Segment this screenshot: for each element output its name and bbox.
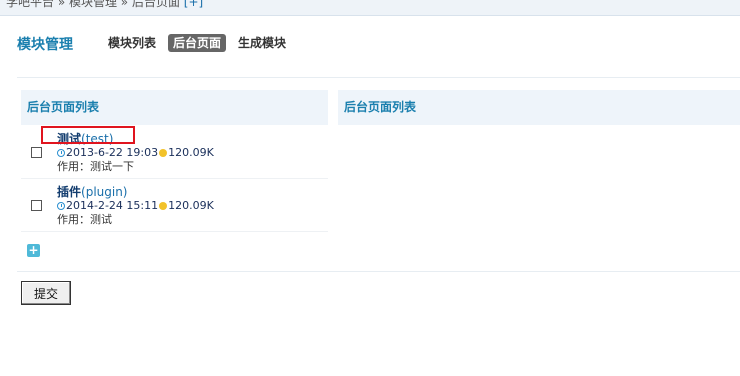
item-size: 120.09K	[168, 199, 214, 212]
page-title: 模块管理	[17, 37, 73, 53]
breadcrumb-bar: 学吧平台 » 模块管理 » 后台页面 [+]	[0, 0, 740, 16]
item-size: 120.09K	[168, 146, 214, 159]
breadcrumb: 学吧平台 » 模块管理 » 后台页面 [+]	[6, 0, 203, 10]
highlight-box	[41, 126, 135, 144]
item-checkbox[interactable]	[31, 200, 42, 211]
add-page-button[interactable]: +	[27, 244, 40, 257]
breadcrumb-add-link[interactable]: [+]	[184, 0, 203, 9]
clock-icon	[57, 148, 65, 157]
tab-module-list[interactable]: 模块列表	[104, 34, 160, 52]
breadcrumb-path: 学吧平台 » 模块管理 » 后台页面	[6, 0, 180, 9]
module-tabs: 模块列表 后台页面 生成模块	[104, 34, 290, 52]
right-panel-header: 后台页面列表	[338, 90, 740, 125]
list-item: 插件(plugin) 2014-2-24 15:11 120.09K 作用：测试	[21, 179, 328, 232]
item-name[interactable]: 插件	[57, 185, 81, 199]
divider-top	[17, 77, 740, 78]
item-checkbox[interactable]	[31, 147, 42, 158]
item-title[interactable]: 插件(plugin)	[57, 183, 128, 200]
tab-generate-module[interactable]: 生成模块	[234, 34, 290, 52]
item-description: 作用：测试	[57, 213, 112, 226]
clock-icon	[57, 201, 65, 210]
item-code[interactable]: (plugin)	[81, 185, 127, 199]
bulb-icon	[159, 201, 168, 210]
divider-bottom	[17, 271, 740, 272]
item-description: 作用：测试一下	[57, 160, 134, 173]
submit-button[interactable]: 提交	[21, 281, 71, 305]
tab-backend-pages[interactable]: 后台页面	[168, 34, 227, 52]
bulb-icon	[159, 148, 168, 157]
left-panel-header: 后台页面列表	[21, 90, 328, 125]
